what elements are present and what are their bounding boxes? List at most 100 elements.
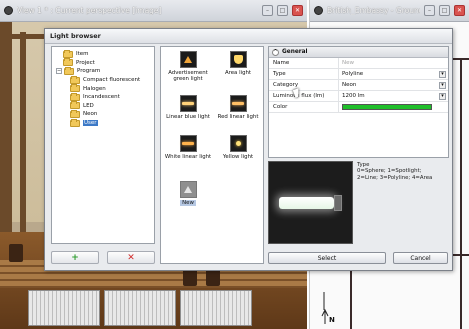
light-item-advertisement-green-light[interactable]: Advertisement green light	[164, 51, 212, 82]
perspective-window-titlebar[interactable]: View 1 * : Current perspective [image] –…	[0, 0, 307, 22]
point-light-icon	[229, 135, 247, 152]
scene-chair	[9, 244, 23, 262]
add-light-button[interactable]: +	[51, 251, 99, 264]
triangle-light-icon	[179, 51, 197, 68]
tree-item-halogen[interactable]: Halogen	[56, 84, 150, 93]
collapse-tree-icon[interactable]: −	[56, 68, 62, 75]
property-value-field[interactable]: 1200 lm ▾	[339, 91, 448, 101]
north-label: N	[329, 316, 335, 324]
perspective-window-title: View 1 * : Current perspective [image]	[17, 6, 162, 15]
folder-icon	[63, 49, 73, 58]
light-item-label: Yellow light	[222, 154, 254, 160]
minimize-button[interactable]: –	[424, 5, 435, 16]
scene-radiator	[28, 290, 100, 326]
property-value-field[interactable]: Neon ▾	[339, 80, 448, 90]
light-item-label: Linear blue light	[166, 114, 210, 120]
general-section-title: General	[282, 49, 308, 55]
folder-icon	[70, 84, 80, 93]
preview-light-cap	[334, 195, 342, 211]
tree-item-program[interactable]: − Program	[56, 66, 150, 76]
light-item-linear-blue-light[interactable]: Linear blue light	[164, 95, 212, 120]
property-row-color: Color	[269, 102, 448, 113]
tree-item-label: Incandescent	[83, 94, 120, 101]
folder-icon	[63, 58, 73, 67]
delete-light-button[interactable]: ✕	[107, 251, 155, 264]
tree-item-project[interactable]: Project	[56, 58, 150, 68]
delete-icon: ✕	[127, 252, 135, 263]
scene-beam	[0, 22, 12, 252]
color-swatch[interactable]	[342, 104, 432, 110]
folder-icon	[64, 66, 74, 75]
property-value-field[interactable]: Polyline ▾	[339, 69, 448, 79]
type-help-text: Type 0=Sphere; 1=Spotlight; 2=Line; 3=Poly…	[357, 162, 452, 181]
app-icon	[4, 6, 13, 15]
property-name: Luminous flux (lm)	[269, 91, 339, 101]
property-row-type: Type Polyline ▾	[269, 69, 448, 80]
light-browser-dialog: Light browser Item Project − Program Compact…	[44, 28, 453, 271]
property-name: Category	[269, 80, 339, 90]
light-gallery[interactable]: Advertisement green light Area light Linea…	[160, 46, 264, 264]
properties-panel: ^ General Name New Type Polyline ▾ Category Ne…	[268, 46, 449, 158]
plus-icon: +	[71, 252, 79, 263]
property-value: 1200 lm	[342, 93, 365, 99]
property-value-field[interactable]: New	[339, 58, 448, 68]
tree-item-incandescent[interactable]: Incandescent	[56, 92, 150, 102]
tree-item-compact-fluorescent[interactable]: Compact fluorescent	[56, 75, 150, 85]
tree-item-neon[interactable]: Neon	[56, 109, 150, 119]
scene-beam	[0, 34, 44, 39]
tree-item-label: Neon	[83, 111, 98, 118]
light-item-new[interactable]: New	[164, 181, 212, 206]
close-button[interactable]: ✕	[292, 5, 303, 16]
light-item-yellow-light[interactable]: Yellow light	[214, 135, 262, 160]
property-name: Color	[269, 102, 339, 112]
light-item-white-linear-light[interactable]: White linear light	[164, 135, 212, 160]
light-item-red-linear-light[interactable]: Red linear light	[214, 95, 262, 120]
folder-icon	[70, 75, 80, 84]
category-tree[interactable]: Item Project − Program Compact fluorescent Ha…	[51, 46, 155, 244]
tree-item-label: Halogen	[83, 85, 106, 92]
tree-item-label: Program	[77, 68, 101, 75]
select-button[interactable]: Select	[268, 252, 386, 264]
maximize-button[interactable]: □	[439, 5, 450, 16]
floorplan-window-title: British_Embassy - Ground...	[327, 6, 420, 15]
light-item-label: Area light	[224, 70, 252, 76]
light-preview	[268, 161, 353, 244]
light-item-area-light[interactable]: Area light	[214, 51, 262, 76]
chevron-down-icon[interactable]: ▾	[439, 82, 446, 89]
light-item-label: White linear light	[164, 154, 212, 160]
tree-item-user[interactable]: User	[56, 118, 150, 128]
tree-item-label: Compact fluorescent	[83, 77, 141, 84]
chevron-down-icon[interactable]: ▾	[439, 71, 446, 78]
general-section-header[interactable]: ^ General	[269, 47, 448, 58]
chevron-down-icon[interactable]: ▾	[439, 93, 446, 100]
linear-light-icon	[179, 95, 197, 112]
cancel-button[interactable]: Cancel	[393, 252, 448, 264]
folder-icon	[70, 92, 80, 101]
scene-radiator	[180, 290, 252, 326]
folder-icon	[70, 109, 80, 118]
tree-item-led[interactable]: LED	[56, 101, 150, 111]
preview-light-tube	[279, 197, 334, 209]
collapse-icon[interactable]: ^	[272, 48, 279, 56]
light-item-label: New	[180, 200, 196, 206]
property-name: Name	[269, 58, 339, 68]
folder-icon	[70, 118, 80, 127]
app-icon	[314, 6, 323, 15]
property-value-field[interactable]	[339, 102, 448, 112]
property-row-name: Name New	[269, 58, 448, 69]
tree-item-label: LED	[83, 102, 94, 109]
help-line: 2=Line; 3=Polyline; 4=Area	[357, 174, 433, 181]
tree-item-item[interactable]: Item	[56, 49, 150, 59]
scene-beam	[20, 32, 26, 242]
folder-icon	[70, 101, 80, 110]
area-light-icon	[229, 51, 247, 68]
maximize-button[interactable]: □	[277, 5, 288, 16]
floorplan-window-titlebar[interactable]: British_Embassy - Ground... – □ ✕	[310, 0, 469, 22]
minimize-button[interactable]: –	[262, 5, 273, 16]
linear-light-icon	[229, 95, 247, 112]
dialog-title[interactable]: Light browser	[45, 29, 452, 44]
property-name: Type	[269, 69, 339, 79]
tree-item-label: Item	[76, 51, 89, 58]
close-button[interactable]: ✕	[454, 5, 465, 16]
property-value: Neon	[342, 82, 357, 88]
